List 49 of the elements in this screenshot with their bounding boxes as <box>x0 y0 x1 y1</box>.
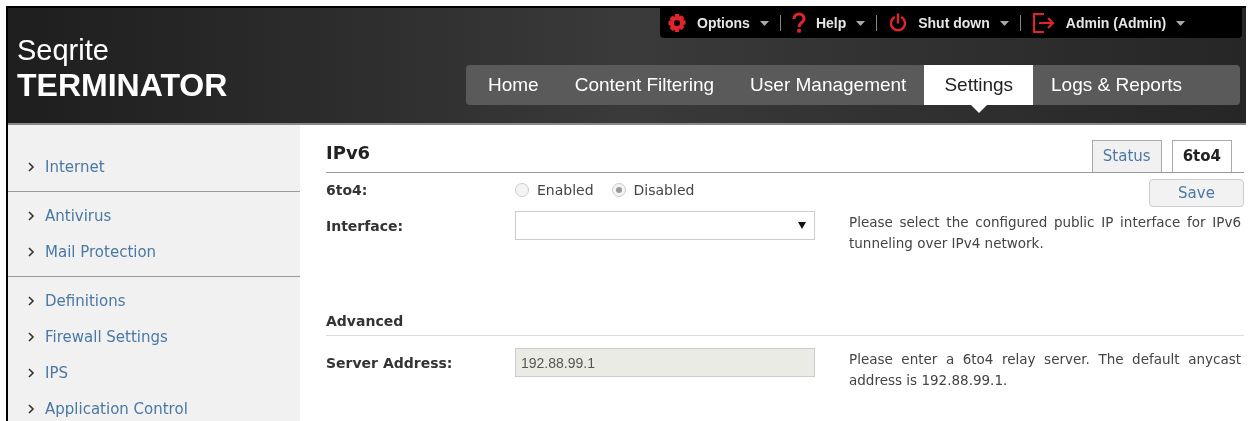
radio-button[interactable] <box>515 183 529 197</box>
menu-button[interactable]: Shut down <box>888 12 1009 34</box>
nav-tab[interactable]: Logs & Reports <box>1033 65 1200 105</box>
nav-tab[interactable]: Content Filtering <box>556 65 733 105</box>
help-text: Please enter a 6to4 relay server. The default anycast address is 192.88.99.1. <box>849 350 1241 390</box>
menu-button[interactable]: Help <box>791 12 866 34</box>
sidebar-link[interactable]: IPS <box>8 355 300 391</box>
radio-button[interactable] <box>611 183 626 197</box>
chevron-right-icon <box>28 368 35 378</box>
chevron-right-icon <box>28 162 35 172</box>
sidebar-link[interactable]: Mail Protection <box>8 234 300 270</box>
nav-tab[interactable]: User Management <box>732 65 925 105</box>
sidebar-link[interactable]: Internet <box>8 149 300 185</box>
nav-tab[interactable]: Home <box>470 65 557 105</box>
chevron-right-icon <box>28 296 35 306</box>
sidebar-link[interactable]: Firewall Settings <box>8 319 300 355</box>
dropdown-arrow-icon <box>798 222 806 229</box>
sidebar-link[interactable]: Definitions <box>8 283 300 319</box>
interface-dropdown[interactable] <box>515 211 815 240</box>
tab[interactable]: 6to4 <box>1171 140 1232 172</box>
caret-icon <box>856 20 866 26</box>
field-label: Server Address: <box>326 354 454 373</box>
logout-icon <box>1031 12 1056 34</box>
save-button[interactable]: Save <box>1149 179 1244 207</box>
chevron-right-icon <box>28 332 35 342</box>
caret-icon <box>1176 20 1186 26</box>
menu-button[interactable]: Options <box>667 12 769 34</box>
chevron-right-icon <box>28 247 35 257</box>
chevron-right-icon <box>28 211 35 221</box>
field-label: Interface: <box>326 217 405 236</box>
sidebar-link[interactable]: Antivirus <box>8 198 300 234</box>
radio-option[interactable]: Enabled <box>515 179 594 201</box>
help-text: Please select the configured public IP interface for IPv6 tunneling over IPv4 network. <box>849 213 1241 253</box>
section-title: Advanced <box>326 313 404 329</box>
field-label: 6to4: <box>326 180 369 200</box>
selected-pointer-icon <box>970 105 987 113</box>
brand-product: TERMINATOR <box>17 67 228 103</box>
chevron-right-icon <box>28 404 35 414</box>
menu-button[interactable]: Admin (Admin) <box>1031 12 1186 34</box>
question-mark-icon <box>791 12 806 34</box>
radio-option[interactable]: Disabled <box>611 179 695 201</box>
sidebar-link[interactable]: Application Control <box>8 391 300 421</box>
brand-name: Seqrite <box>17 33 110 67</box>
caret-icon <box>999 20 1009 26</box>
tab[interactable]: Status <box>1091 140 1162 172</box>
power-icon <box>888 13 909 33</box>
gear-icon <box>667 13 687 33</box>
page-title: IPv6 <box>326 141 371 165</box>
caret-icon <box>759 20 769 26</box>
